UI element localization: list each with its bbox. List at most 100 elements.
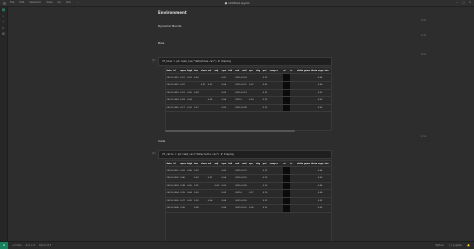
- table-cell: [282, 73, 290, 82]
- table-cell: [310, 81, 318, 90]
- table-cell: 0.21: [179, 73, 187, 82]
- code-cell-calls[interactable]: [9] df_calls = pd.read_csv("data/calls.c…: [152, 150, 332, 159]
- extensions-icon[interactable]: ⊞: [0, 31, 7, 37]
- table-cell: [248, 174, 256, 183]
- table-cell: 0.33: [193, 174, 201, 183]
- table-cell: 0.17: [179, 104, 187, 113]
- table-cell: [296, 89, 304, 98]
- table-row: 2021-01-0510520.220.310.020.062021-01-06…: [166, 81, 331, 90]
- table-cell: 0.11: [262, 204, 270, 213]
- table-cell: [289, 73, 297, 82]
- table-cell: 0.06: [221, 81, 228, 90]
- table-row: 2021-01-0810550.170.030.270.032021-01-11…: [166, 104, 331, 113]
- label-bias: Bias: [158, 41, 165, 45]
- table-cell: [269, 96, 276, 105]
- table-cell: 0.03: [317, 96, 325, 105]
- table-cell: [186, 174, 194, 183]
- table-cell: 0.32: [193, 166, 201, 175]
- table-cell: [248, 89, 256, 98]
- table-cell: [289, 174, 297, 183]
- table-cell: [200, 174, 208, 183]
- table-row: 2021-01-0610530.190.050.280.052021-01-07…: [166, 89, 331, 98]
- table-cell: [248, 166, 256, 175]
- table-cell: [227, 96, 235, 105]
- table-cell: [282, 89, 290, 98]
- title-bar: File Edit Selection View Go Run … ● Unti…: [0, 0, 474, 7]
- table-cell: [310, 174, 318, 183]
- table-cell: 0.27: [193, 104, 201, 113]
- layout-indicator[interactable]: { } Jupyter: [449, 244, 462, 247]
- table-cell: 0.03: [186, 197, 194, 206]
- language-indicator[interactable]: Python: [436, 244, 444, 247]
- table-cell: 0.41: [179, 166, 187, 175]
- minimize-button[interactable]: —: [456, 1, 459, 4]
- table-cell: [255, 96, 263, 105]
- table-cell: [207, 89, 215, 98]
- table-cell: [296, 73, 304, 82]
- table-cell: [200, 166, 208, 175]
- table-cell: 0.05: [221, 89, 228, 98]
- table-cell: 2021-01-05: [234, 73, 242, 82]
- table-cell: 0.02: [214, 182, 221, 191]
- table-cell: 0.04: [317, 182, 325, 191]
- branch-indicator[interactable]: ⎇ main: [12, 244, 22, 247]
- table-cell: [255, 166, 263, 175]
- table-cell: [303, 197, 311, 206]
- table-cell: [214, 166, 221, 175]
- table-cell: [276, 81, 283, 90]
- subheading-dynamic-bonds: Dynamic Bonds: [158, 24, 182, 28]
- table-cell: [276, 197, 283, 206]
- table-cell: 0.28: [193, 89, 201, 98]
- table-cell: 0.28: [193, 204, 201, 213]
- table-cell: [296, 204, 304, 213]
- table-cell: [282, 104, 290, 113]
- table-cell: [296, 174, 304, 183]
- table-cell: [289, 204, 297, 213]
- table-cell: [255, 189, 263, 198]
- cell-timing: 0.0s: [420, 19, 426, 22]
- table-cell: [303, 96, 311, 105]
- table-cell: 0.06: [186, 166, 194, 175]
- table-cell: [324, 197, 331, 206]
- table-cell: 2021-02-02: [234, 166, 242, 175]
- table-cell: 0.02: [207, 81, 215, 90]
- table-row: 2021-02-0520050.370.030.290.060.042021-0…: [166, 197, 331, 206]
- cell-timing: 0.3s: [420, 34, 426, 37]
- table-cell: [193, 81, 201, 90]
- code-line[interactable]: df_bias = pd.read_csv("data/bias.csv") #…: [159, 58, 331, 65]
- table-cell: [310, 197, 318, 206]
- table-cell: 2021-02-08: [166, 204, 173, 213]
- horizontal-scrollbar[interactable]: [165, 130, 295, 132]
- status-bar: ⇄ ⎇ main ⊗ 0 ⚠ 0 Cell 2 of 4 Python { } …: [0, 241, 474, 249]
- code-line[interactable]: df_calls = pd.read_csv("data/calls.csv")…: [159, 151, 331, 158]
- table-cell: 2021-02-08: [234, 197, 242, 206]
- table-cell: [282, 189, 290, 198]
- table-cell: [214, 89, 221, 98]
- table-cell: 0.06: [317, 189, 325, 198]
- table-cell: [200, 104, 208, 113]
- table-cell: [227, 189, 235, 198]
- table-cell: [289, 89, 297, 98]
- table-cell: 0.14: [241, 73, 249, 82]
- table-cell: [289, 81, 297, 90]
- table-cell: [324, 182, 331, 191]
- maximize-button[interactable]: □: [462, 1, 464, 4]
- table-cell: [324, 104, 331, 113]
- code-cell-bias[interactable]: [8] df_bias = pd.read_csv("data/bias.csv…: [152, 57, 332, 66]
- table-cell: [241, 189, 249, 198]
- remote-indicator[interactable]: ⇄: [0, 242, 8, 249]
- table-cell: 0.40: [179, 174, 187, 183]
- table-cell: 2021-01-11: [234, 104, 242, 113]
- table-cell: [227, 81, 235, 90]
- table-cell: 2021-01-06: [234, 81, 242, 90]
- table-cell: [269, 89, 276, 98]
- notifications-icon[interactable]: 🔔: [467, 244, 470, 247]
- table-cell: [296, 166, 304, 175]
- table-cell: [303, 81, 311, 90]
- close-button[interactable]: ✕: [469, 1, 471, 4]
- table-cell: [255, 73, 263, 82]
- table-cell: 2003: [172, 182, 180, 191]
- problems-indicator[interactable]: ⊗ 0 ⚠ 0: [26, 244, 35, 247]
- table-cell: 1052: [172, 81, 180, 90]
- table-cell: [296, 197, 304, 206]
